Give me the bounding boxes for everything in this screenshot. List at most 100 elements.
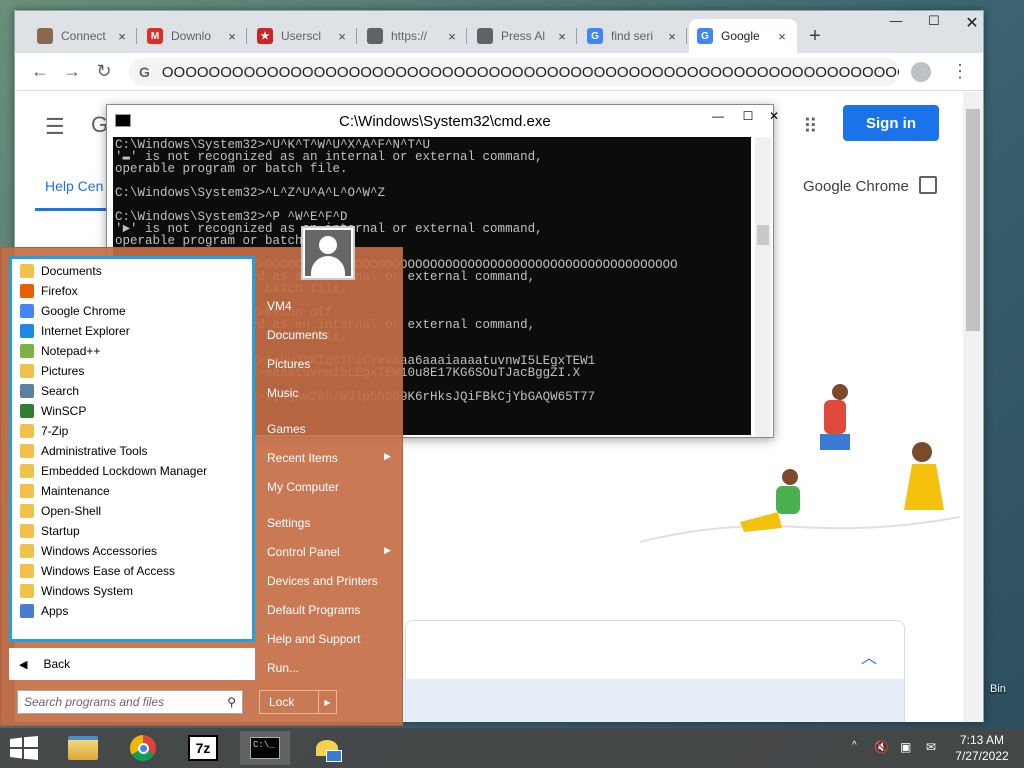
file-explorer-icon[interactable] [58,731,108,765]
program-item[interactable]: Google Chrome [20,301,126,321]
cmd-taskbar-icon[interactable]: C:\_ [240,731,290,765]
program-item[interactable]: Notepad++ [20,341,100,361]
program-label: Firefox [41,284,78,298]
program-item[interactable]: Documents [20,261,102,281]
program-item[interactable]: Internet Explorer [20,321,130,341]
tab-close-icon[interactable]: × [775,29,789,44]
program-item[interactable]: 7-Zip [20,421,68,441]
volume-muted-icon[interactable]: 🔇 [874,740,889,754]
start-right-item[interactable]: My Computer [267,480,395,494]
network-tray-icon[interactable]: ▣ [900,740,911,754]
help-center-tab[interactable]: Help Cen [45,178,103,194]
recycle-bin-label[interactable]: Bin [990,683,1006,695]
tab-close-icon[interactable]: × [445,29,459,44]
tab-close-icon[interactable]: × [665,29,679,44]
start-right-item[interactable]: Music [267,386,395,400]
start-right-item[interactable]: Control Panel ▶ [267,545,395,559]
clock[interactable]: 7:13 AM 7/27/2022 [952,732,1012,764]
tab-1[interactable]: M Downlo × [139,19,247,53]
maximize-button[interactable]: ☐ [919,13,949,29]
start-right-label: Settings [267,516,311,530]
program-item[interactable]: Windows System [20,581,133,601]
chrome-icon[interactable] [118,731,168,765]
new-tab-button[interactable]: + [805,25,825,48]
start-right-label: Documents [267,328,328,342]
user-avatar[interactable] [301,226,355,280]
folder-pictures-icon [20,364,34,378]
cmd-close-button[interactable]: ✕ [759,109,789,123]
program-item[interactable]: Administrative Tools [20,441,148,461]
folder-icon [20,464,34,478]
back-icon[interactable]: ← [29,61,51,82]
tab-close-icon[interactable]: × [555,29,569,44]
program-label: Internet Explorer [41,324,130,338]
close-window-button[interactable]: ✕ [957,13,987,33]
tab-2[interactable]: ★ Userscl × [249,19,357,53]
program-item[interactable]: Apps [20,601,68,621]
back-button[interactable]: ◀ Back [9,648,255,680]
start-right-item[interactable]: Help and Support [267,632,395,646]
start-right-item[interactable]: Games [267,422,395,436]
google-apps-icon[interactable]: ⠿ [803,114,818,139]
tab-4[interactable]: Press Al × [469,19,577,53]
program-label: Windows Accessories [41,544,158,558]
start-right-item[interactable]: VM4 [267,299,395,313]
program-item[interactable]: Maintenance [20,481,110,501]
lock-options-arrow-icon[interactable]: ▶ [318,691,336,713]
search-icon [20,384,34,398]
start-right-item[interactable]: Devices and Printers [267,574,395,588]
tab-6[interactable]: G Google × [689,19,797,53]
external-link-icon[interactable] [919,176,937,194]
network-icon[interactable] [302,731,352,765]
hamburger-menu-icon[interactable]: ☰ [45,114,65,140]
start-right-label: Devices and Printers [267,574,378,588]
tab-close-icon[interactable]: × [115,29,129,44]
google-chrome-link[interactable]: Google Chrome [803,178,909,195]
program-item[interactable]: Pictures [20,361,84,381]
7zip-icon[interactable]: 7z [178,731,228,765]
start-search-input[interactable]: Search programs and files ⚲ [17,690,243,714]
folder-icon [20,484,34,498]
tab-close-icon[interactable]: × [335,29,349,44]
sign-in-button[interactable]: Sign in [843,105,939,141]
page-scroll-thumb[interactable] [966,109,980,331]
program-item[interactable]: Embedded Lockdown Manager [20,461,207,481]
folder-icon [20,544,34,558]
program-item[interactable]: Windows Ease of Access [20,561,175,581]
action-center-icon[interactable]: ✉ [926,740,936,754]
start-right-item[interactable]: Run... [267,661,395,675]
start-right-item[interactable]: Documents [267,328,395,342]
chevron-up-icon[interactable]: ︿ [861,644,877,668]
console-scroll-thumb[interactable] [757,225,769,245]
tab-close-icon[interactable]: × [225,29,239,44]
console-scrollbar[interactable] [755,137,771,437]
program-item[interactable]: Search [20,381,79,401]
start-right-item[interactable]: Settings [267,516,395,530]
address-bar[interactable]: G OOOOOOOOOOOOOOOOOOOOOOOOOOOOOOOOOOOOOO… [129,58,899,86]
tab-5[interactable]: Gfind seri × [579,19,687,53]
programs-panel: Documents Firefox Google Chrome Internet Ex… [9,256,255,642]
tab-label: Userscl [281,29,322,43]
windows-start-icon[interactable] [10,736,38,760]
chrome-menu-icon[interactable]: ⋮ [951,61,969,82]
minimize-button[interactable]: — [881,13,911,28]
program-item[interactable]: Windows Accessories [20,541,157,561]
tray-overflow-icon[interactable]: ^ [852,740,857,751]
program-label: Windows System [41,584,134,598]
program-item[interactable]: Open-Shell [20,501,101,521]
cmd-minimize-button[interactable]: — [703,109,733,123]
program-item[interactable]: Startup [20,521,80,541]
start-right-item[interactable]: Recent Items ▶ [267,451,395,465]
cmd-titlebar[interactable]: C:\Windows\System32\cmd.exe — ☐ ✕ [107,105,779,137]
lock-button[interactable]: Lock ▶ [259,690,337,714]
tab-0[interactable]: Connect × [29,19,137,53]
program-item[interactable]: WinSCP [20,401,86,421]
start-right-item[interactable]: Default Programs [267,603,395,617]
profile-icon[interactable] [911,62,931,82]
tab-3[interactable]: https:// × [359,19,467,53]
start-menu: Documents Firefox Google Chrome Internet Ex… [0,226,403,726]
start-right-item[interactable]: Pictures [267,357,395,371]
reload-icon[interactable]: ↻ [93,61,115,82]
program-item[interactable]: Firefox [20,281,78,301]
forward-icon[interactable]: → [61,61,83,82]
